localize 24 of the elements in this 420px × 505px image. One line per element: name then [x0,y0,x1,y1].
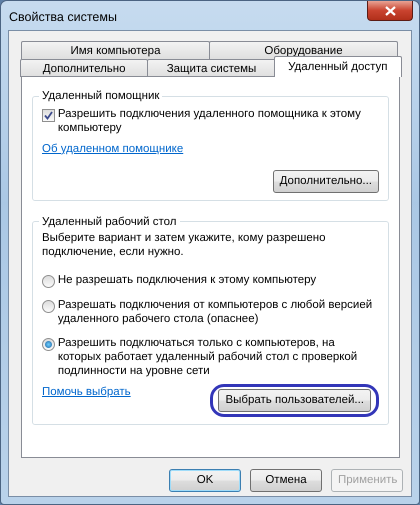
radio-label: Разрешать подключения от компьютеров с любой версией удаленного рабочего стола (опаснее) [58,298,374,326]
help-link[interactable]: Об удаленном помощнике [42,140,184,158]
select-users-button[interactable]: Выбрать пользователей... [218,388,371,412]
radio-button[interactable] [42,338,55,351]
radio-button[interactable] [42,300,55,313]
advanced-button[interactable]: Дополнительно... [272,170,379,193]
close-button[interactable] [367,1,413,21]
radio-label: Не разрешать подключения к этому компьютеру [58,272,316,287]
tab[interactable]: Имя компьютера [21,41,210,59]
checkbox-label: Разрешить подключения удаленного помощника к этому компьютеру [58,107,362,135]
close-icon [384,6,396,16]
description-text: Выберите вариант и затем укажите, кому разрешено подключение, если нужно. [42,230,327,259]
tab[interactable]: Дополнительно [20,59,148,77]
dialog-button[interactable]: Отмена [250,469,322,492]
window-title: Свойства системы [9,9,117,26]
group-title: Удаленный рабочий стол [41,214,178,229]
help-link[interactable]: Помочь выбрать [42,384,131,401]
dialog-button[interactable]: OK [169,469,241,492]
tab[interactable]: Удаленный доступ [274,56,402,77]
tab[interactable]: Защита системы [147,59,276,77]
checkbox[interactable] [42,109,55,122]
radio-button[interactable] [42,274,55,288]
group-title: Удаленный помощник [41,89,160,103]
radio-label: Разрешить подключаться только с компьютеров, на которых работает удаленный рабочий стол с проверкой подлинности на уровне сети [58,336,358,378]
